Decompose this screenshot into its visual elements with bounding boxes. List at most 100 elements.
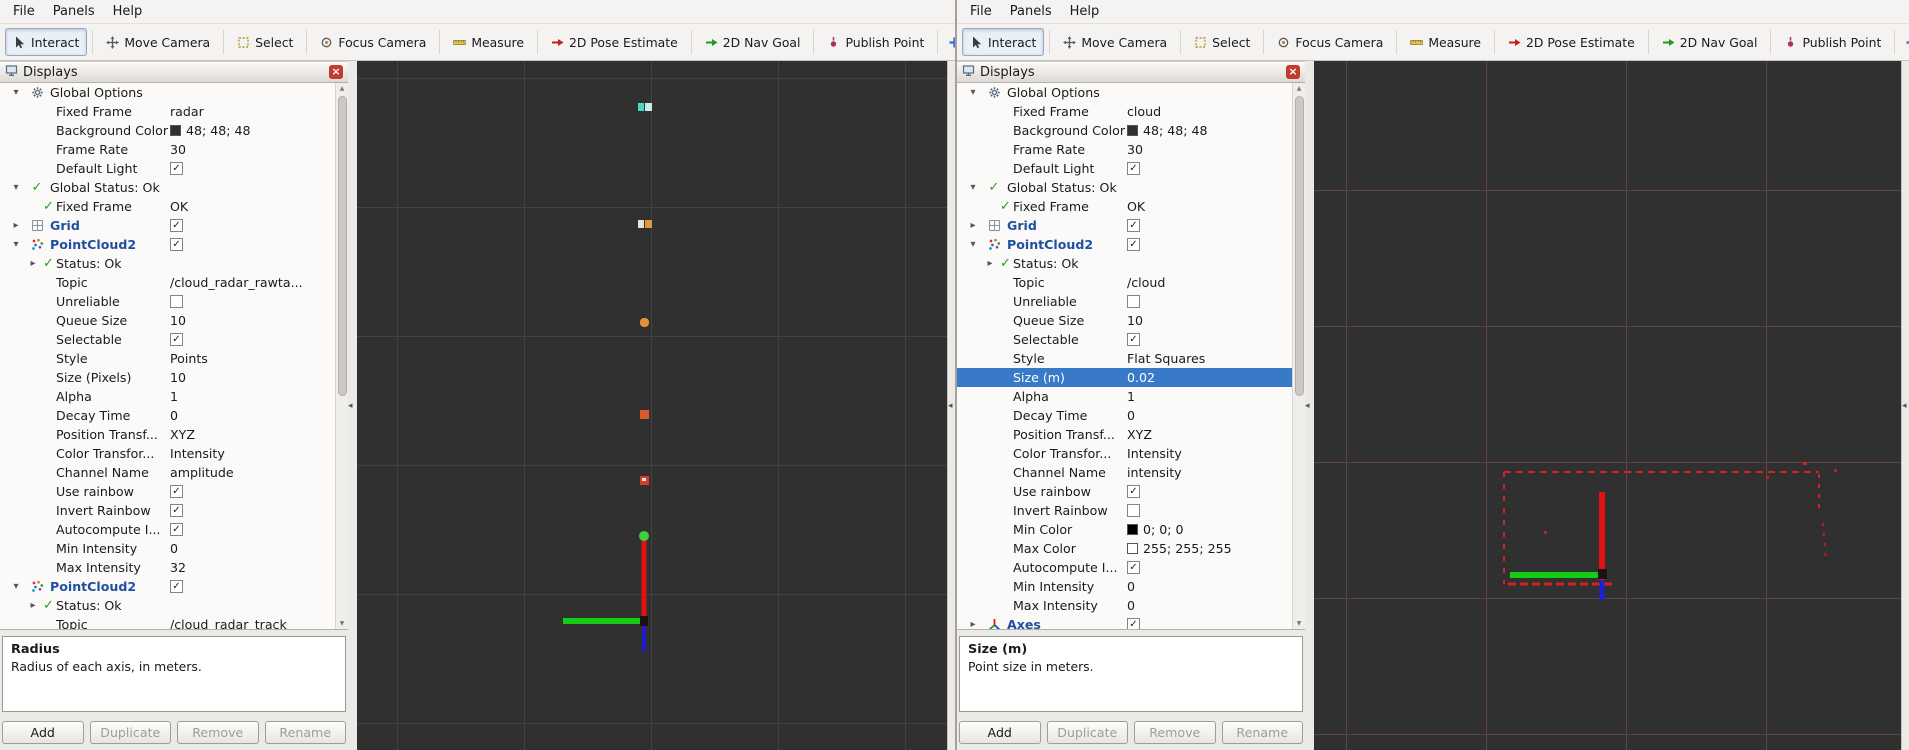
panel-titlebar[interactable]: Displays × bbox=[0, 61, 348, 83]
scroll-down-icon[interactable]: ▼ bbox=[1297, 618, 1302, 629]
menu-item-help[interactable]: Help bbox=[104, 1, 152, 22]
tree-row-global-status-ok[interactable]: ▾✓Global Status: Ok bbox=[0, 178, 335, 197]
tree-row-selectable[interactable]: Selectable✓ bbox=[0, 330, 335, 349]
scrollbar-thumb[interactable] bbox=[1295, 96, 1304, 396]
close-icon[interactable]: × bbox=[1286, 65, 1300, 79]
tree-row-style[interactable]: StylePoints bbox=[0, 349, 335, 368]
tree-row-position-transf[interactable]: Position Transf...XYZ bbox=[0, 425, 335, 444]
tree-row-invert-rainbow[interactable]: Invert Rainbow✓ bbox=[0, 501, 335, 520]
tree-row-use-rainbow[interactable]: Use rainbow✓ bbox=[0, 482, 335, 501]
expand-arrow-icon[interactable]: ▾ bbox=[8, 182, 24, 193]
tree-row-status-ok[interactable]: ▸✓Status: Ok bbox=[0, 254, 335, 273]
expand-arrow-icon[interactable]: ▸ bbox=[8, 220, 24, 231]
scroll-down-icon[interactable]: ▼ bbox=[340, 618, 345, 629]
tree-row-default-light[interactable]: Default Light✓ bbox=[0, 159, 335, 178]
checkbox-checked[interactable]: ✓ bbox=[170, 333, 183, 346]
checkbox-checked[interactable]: ✓ bbox=[170, 162, 183, 175]
expand-arrow-icon[interactable]: ▸ bbox=[965, 619, 981, 630]
tree-row-channel-name[interactable]: Channel Nameamplitude bbox=[0, 463, 335, 482]
panel-splitter[interactable]: ◂ bbox=[1305, 61, 1314, 750]
expand-arrow-icon[interactable]: ▾ bbox=[8, 239, 24, 250]
scrollbar[interactable]: ▲ ▼ bbox=[1292, 83, 1305, 629]
tree-row-use-rainbow[interactable]: Use rainbow✓ bbox=[957, 482, 1292, 501]
tree-row-topic[interactable]: Topic/cloud bbox=[957, 273, 1292, 292]
expand-arrow-icon[interactable]: ▾ bbox=[8, 87, 24, 98]
expand-arrow-icon[interactable]: ▸ bbox=[982, 258, 998, 269]
tree-row-fixed-frame[interactable]: ✓Fixed FrameOK bbox=[0, 197, 335, 216]
add-tool-button[interactable] bbox=[1900, 28, 1909, 56]
checkbox-unchecked[interactable] bbox=[1127, 504, 1140, 517]
tool-measure-button[interactable]: Measure bbox=[445, 28, 532, 56]
tool-pose-estimate-button[interactable]: 2D Pose Estimate bbox=[1500, 28, 1643, 56]
checkbox-checked[interactable]: ✓ bbox=[1127, 618, 1140, 630]
tool-nav-goal-button[interactable]: 2D Nav Goal bbox=[1654, 28, 1766, 56]
tree-row-channel-name[interactable]: Channel Nameintensity bbox=[957, 463, 1292, 482]
tool-pose-estimate-button[interactable]: 2D Pose Estimate bbox=[543, 28, 686, 56]
tree-row-min-intensity[interactable]: Min Intensity0 bbox=[0, 539, 335, 558]
scroll-up-icon[interactable]: ▲ bbox=[340, 83, 345, 94]
expand-arrow-icon[interactable]: ▸ bbox=[965, 220, 981, 231]
viewport-3d[interactable] bbox=[1314, 61, 1901, 750]
tree-row-alpha[interactable]: Alpha1 bbox=[0, 387, 335, 406]
tree-row-axes[interactable]: ▸Axes✓ bbox=[957, 615, 1292, 630]
tree-row-min-color[interactable]: Min Color0; 0; 0 bbox=[957, 520, 1292, 539]
right-dock-handle[interactable]: ◂ bbox=[1901, 61, 1909, 750]
tree-row-fixed-frame[interactable]: ✓Fixed FrameOK bbox=[957, 197, 1292, 216]
tool-move-camera-button[interactable]: Move Camera bbox=[98, 28, 218, 56]
tree-row-fixed-frame[interactable]: Fixed Framecloud bbox=[957, 102, 1292, 121]
panel-splitter[interactable]: ◂ bbox=[348, 61, 357, 750]
collapse-right-dock-icon[interactable]: ◂ bbox=[948, 401, 953, 411]
checkbox-checked[interactable]: ✓ bbox=[1127, 219, 1140, 232]
menu-item-panels[interactable]: Panels bbox=[44, 1, 104, 22]
tree-row-queue-size[interactable]: Queue Size10 bbox=[957, 311, 1292, 330]
tree-row-autocompute-i[interactable]: Autocompute I...✓ bbox=[957, 558, 1292, 577]
panel-titlebar[interactable]: Displays × bbox=[957, 61, 1305, 83]
add-button[interactable]: Add bbox=[959, 721, 1041, 744]
tree-row-frame-rate[interactable]: Frame Rate30 bbox=[957, 140, 1292, 159]
add-tool-button[interactable] bbox=[943, 28, 955, 56]
tree-row-background-color[interactable]: Background Color48; 48; 48 bbox=[957, 121, 1292, 140]
tree-row-grid[interactable]: ▸Grid✓ bbox=[0, 216, 335, 235]
tree-row-autocompute-i[interactable]: Autocompute I...✓ bbox=[0, 520, 335, 539]
checkbox-checked[interactable]: ✓ bbox=[1127, 485, 1140, 498]
tool-move-camera-button[interactable]: Move Camera bbox=[1055, 28, 1175, 56]
tree-row-queue-size[interactable]: Queue Size10 bbox=[0, 311, 335, 330]
menu-item-panels[interactable]: Panels bbox=[1001, 1, 1061, 22]
expand-arrow-icon[interactable]: ▾ bbox=[965, 182, 981, 193]
tool-select-button[interactable]: Select bbox=[1186, 28, 1258, 56]
tree-row-global-options[interactable]: ▾Global Options bbox=[0, 83, 335, 102]
tree-row-topic[interactable]: Topic/cloud_radar_track bbox=[0, 615, 335, 630]
tree-row-frame-rate[interactable]: Frame Rate30 bbox=[0, 140, 335, 159]
tool-nav-goal-button[interactable]: 2D Nav Goal bbox=[697, 28, 809, 56]
tree-row-color-transfor[interactable]: Color Transfor...Intensity bbox=[0, 444, 335, 463]
tree-row-min-intensity[interactable]: Min Intensity0 bbox=[957, 577, 1292, 596]
tree-row-topic[interactable]: Topic/cloud_radar_rawta... bbox=[0, 273, 335, 292]
tree-row-decay-time[interactable]: Decay Time0 bbox=[0, 406, 335, 425]
checkbox-checked[interactable]: ✓ bbox=[170, 485, 183, 498]
tree-row-status-ok[interactable]: ▸✓Status: Ok bbox=[0, 596, 335, 615]
menu-item-file[interactable]: File bbox=[961, 1, 1001, 22]
scrollbar[interactable]: ▲ ▼ bbox=[335, 83, 348, 629]
tree-row-decay-time[interactable]: Decay Time0 bbox=[957, 406, 1292, 425]
checkbox-checked[interactable]: ✓ bbox=[1127, 162, 1140, 175]
tree-row-fixed-frame[interactable]: Fixed Frameradar bbox=[0, 102, 335, 121]
tree-row-background-color[interactable]: Background Color48; 48; 48 bbox=[0, 121, 335, 140]
tree-row-max-intensity[interactable]: Max Intensity32 bbox=[0, 558, 335, 577]
expand-arrow-icon[interactable]: ▸ bbox=[25, 600, 41, 611]
tree-row-global-options[interactable]: ▾Global Options bbox=[957, 83, 1292, 102]
tree-row-status-ok[interactable]: ▸✓Status: Ok bbox=[957, 254, 1292, 273]
tree-row-default-light[interactable]: Default Light✓ bbox=[957, 159, 1292, 178]
tree-row-pointcloud2[interactable]: ▾PointCloud2✓ bbox=[957, 235, 1292, 254]
tool-interact-button[interactable]: Interact bbox=[962, 28, 1044, 56]
checkbox-checked[interactable]: ✓ bbox=[170, 504, 183, 517]
expand-arrow-icon[interactable]: ▸ bbox=[25, 258, 41, 269]
tree-row-global-status-ok[interactable]: ▾✓Global Status: Ok bbox=[957, 178, 1292, 197]
collapse-panel-icon[interactable]: ◂ bbox=[1305, 401, 1310, 411]
tree-row-invert-rainbow[interactable]: Invert Rainbow bbox=[957, 501, 1292, 520]
collapse-right-dock-icon[interactable]: ◂ bbox=[1902, 401, 1907, 411]
right-dock-handle[interactable]: ◂ bbox=[947, 61, 955, 750]
scroll-up-icon[interactable]: ▲ bbox=[1297, 83, 1302, 94]
tree-row-selectable[interactable]: Selectable✓ bbox=[957, 330, 1292, 349]
tree-row-size-pixels[interactable]: Size (Pixels)10 bbox=[0, 368, 335, 387]
tree-row-unreliable[interactable]: Unreliable bbox=[957, 292, 1292, 311]
